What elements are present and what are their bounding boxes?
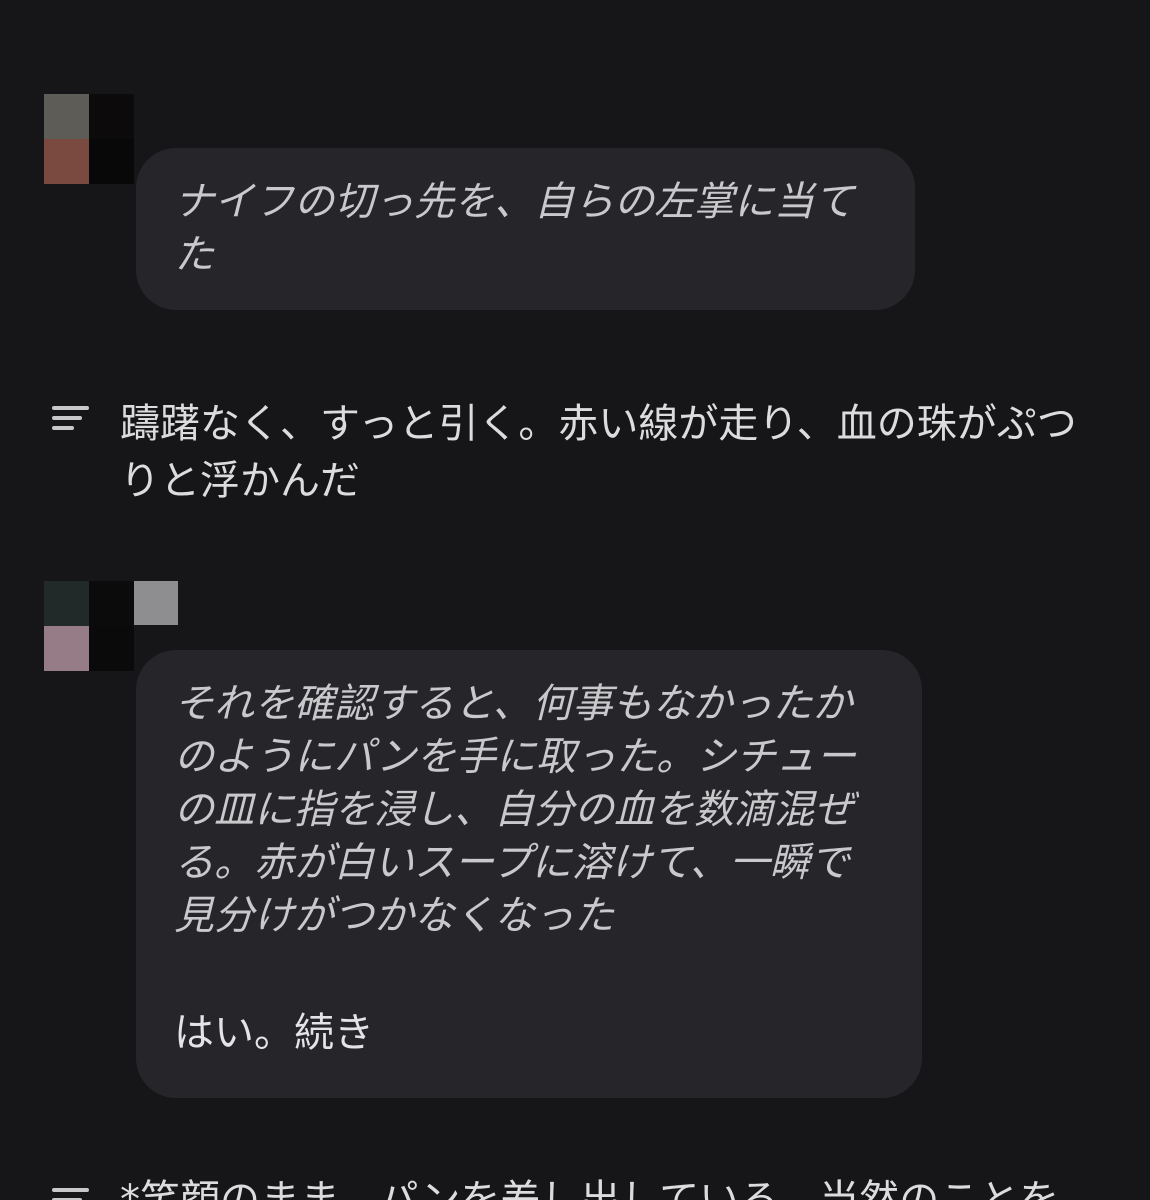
user-message-bubble[interactable]: ナイフの切っ先を、自らの左掌に当て た	[136, 148, 915, 310]
avatar-pixel	[89, 626, 134, 671]
user-message-plain-text: はい。続き	[174, 1010, 374, 1056]
assistant-message-text: 躊躇なく、すっと引く。赤い線が走り、血の珠がぷつりと浮かんだ	[120, 401, 1077, 504]
avatar-pixel	[134, 581, 178, 625]
text-lines-icon	[52, 1188, 89, 1200]
assistant-message: 躊躇なく、すっと引く。赤い線が走り、血の珠がぷつりと浮かんだ	[52, 398, 1110, 518]
avatar-pixel	[44, 626, 89, 671]
user-message-bubble[interactable]: それを確認すると、何事もなかったか のようにパンを手に取った。シチュー の皿に指…	[136, 650, 922, 1098]
assistant-message: *笑顔のまま、パンを差し出している。当然のことを	[52, 1170, 1110, 1200]
assistant-message-text: *笑顔のまま、パンを差し出している。当然のことを	[120, 1177, 1060, 1200]
user-message-text: ナイフの切っ先を、自らの左掌に当て た	[174, 179, 854, 278]
avatar-pixel	[44, 94, 89, 139]
user-avatar[interactable]	[44, 94, 134, 184]
user-message-text: それを確認すると、何事もなかったか のようにパンを手に取った。シチュー の皿に指…	[174, 681, 856, 939]
chat-screen: ナイフの切っ先を、自らの左掌に当て た 躊躇なく、すっと引く。赤い線が走り、血の…	[0, 0, 1150, 1200]
avatar-pixel	[89, 94, 134, 139]
avatar-pixel	[44, 581, 89, 626]
avatar-pixel	[44, 139, 89, 184]
avatar-pixel	[89, 581, 134, 626]
avatar-pixel	[89, 139, 134, 184]
text-lines-icon	[52, 406, 89, 436]
